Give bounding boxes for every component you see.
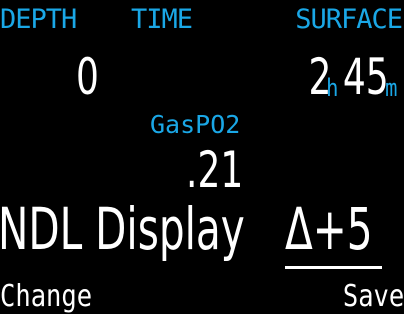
surface-label: SURFACE xyxy=(295,4,403,35)
change-button[interactable]: Change xyxy=(0,282,92,312)
ndl-display-setting-label: NDL Display xyxy=(0,195,245,263)
surface-minutes-value: 45 xyxy=(342,48,389,106)
depth-value: 0 xyxy=(76,48,99,106)
gas-po2-label: GasPO2 xyxy=(150,110,241,139)
surface-hours-unit: h xyxy=(326,74,339,102)
ndl-display-setting-value[interactable]: Δ+5 xyxy=(285,200,373,258)
gas-po2-value: .21 xyxy=(186,141,244,199)
selection-underline xyxy=(285,266,382,269)
time-label: TIME xyxy=(131,4,193,35)
depth-label: DEPTH xyxy=(0,4,77,35)
surface-minutes-unit: m xyxy=(384,74,397,102)
save-button[interactable]: Save xyxy=(343,282,404,312)
surface-interval: 2 h 45 m xyxy=(304,52,398,102)
